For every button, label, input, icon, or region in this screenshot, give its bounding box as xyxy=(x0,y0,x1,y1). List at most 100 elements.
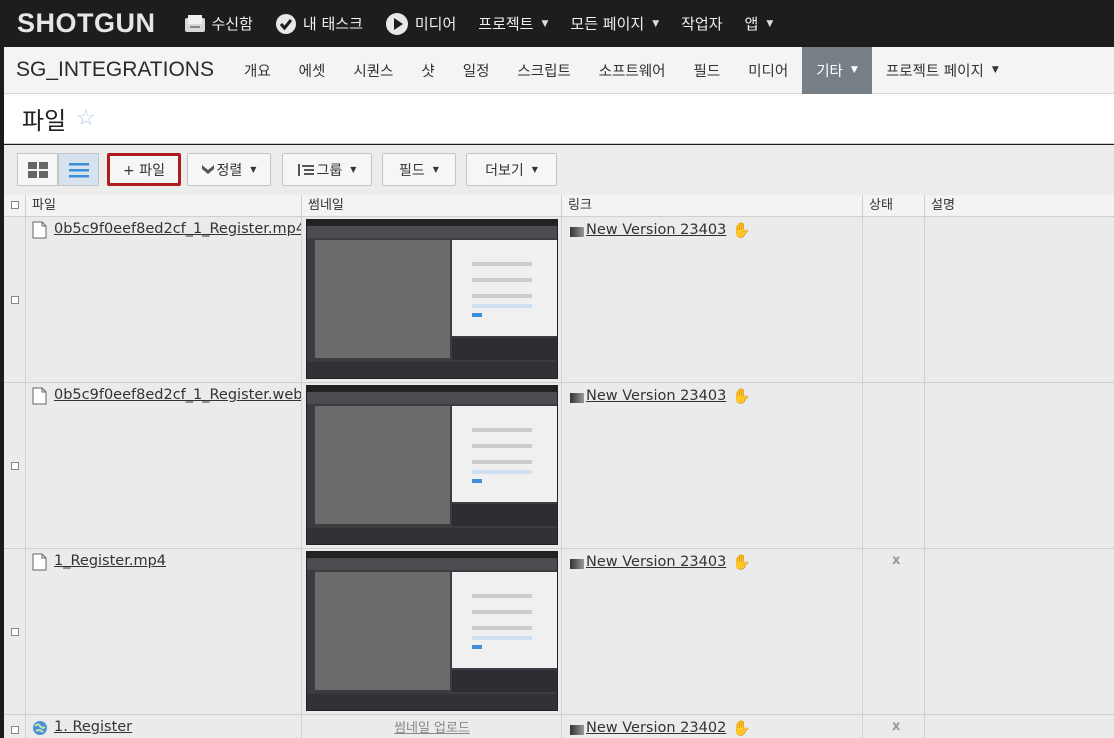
files-table: 파일 썸네일 링크 상태 설명 0b5c9f0eef8ed2cf_1_Regis… xyxy=(4,195,1114,738)
table-row[interactable]: 1_Register.mp4 New Version 23403 ✋ x xyxy=(4,549,1114,715)
row-checkbox[interactable] xyxy=(4,217,26,382)
version-link[interactable]: New Version 23403 xyxy=(586,222,726,238)
group-button[interactable]: 그룹 ▼ xyxy=(282,153,372,186)
page-header: 파일 ☆ xyxy=(4,94,1114,144)
description-cell[interactable] xyxy=(925,383,1114,548)
tab-software[interactable]: 소프트웨어 xyxy=(585,47,680,94)
check-circle-icon xyxy=(275,13,297,35)
tab-scripts[interactable]: 스크립트 xyxy=(503,47,584,94)
nav-projects[interactable]: 프로젝트 ▼ xyxy=(478,13,548,34)
thumbnail-cell xyxy=(302,383,562,548)
row-checkbox[interactable] xyxy=(4,549,26,714)
hand-icon: ✋ xyxy=(732,387,751,405)
version-thumbnail-icon xyxy=(570,724,584,735)
status-cell[interactable] xyxy=(863,217,925,382)
file-link[interactable]: 1. Register xyxy=(54,719,132,735)
play-circle-icon xyxy=(385,12,409,36)
column-header-link[interactable]: 링크 xyxy=(562,195,863,217)
version-thumbnail-icon xyxy=(570,392,584,403)
version-link[interactable]: New Version 23403 xyxy=(586,554,726,570)
nav-all-pages[interactable]: 모든 페이지 ▼ xyxy=(570,13,659,34)
version-link[interactable]: New Version 23403 xyxy=(586,388,726,404)
status-value: x xyxy=(892,553,901,568)
row-checkbox[interactable] xyxy=(4,383,26,548)
nav-apps-label: 앱 xyxy=(744,15,759,33)
top-nav: SHOTGUN 수신함 내 태스크 미디어 프로젝트 ▼ 모든 페이지 ▼ 작업… xyxy=(0,0,1114,47)
upload-thumbnail-link[interactable]: 썸네일 업로드 xyxy=(302,717,562,736)
tab-project-pages[interactable]: 프로젝트 페이지 ▼ xyxy=(872,47,1013,94)
toolbar: + 파일 정렬 ▼ 그룹 ▼ 필드 ▼ 더보기 ▼ xyxy=(4,145,1114,195)
hand-icon: ✋ xyxy=(732,553,751,571)
description-cell[interactable] xyxy=(925,549,1114,714)
project-title[interactable]: SG_INTEGRATIONS xyxy=(16,58,214,82)
hand-icon: ✋ xyxy=(732,719,751,737)
tab-fields[interactable]: 필드 xyxy=(680,47,735,94)
sort-button[interactable]: 정렬 ▼ xyxy=(187,153,271,186)
column-header-status[interactable]: 상태 xyxy=(863,195,925,217)
sort-label: 정렬 xyxy=(216,162,243,179)
shotgun-logo[interactable]: SHOTGUN xyxy=(17,8,156,39)
version-thumbnail-icon xyxy=(570,226,584,237)
column-header-description[interactable]: 설명 xyxy=(925,195,1114,217)
nav-my-tasks[interactable]: 내 태스크 xyxy=(275,13,363,35)
column-header-file[interactable]: 파일 xyxy=(26,195,302,217)
caret-down-icon: ▼ xyxy=(350,165,357,174)
tab-overview[interactable]: 개요 xyxy=(230,47,285,94)
table-row[interactable]: 0b5c9f0eef8ed2cf_1_Register.mp4 New Vers… xyxy=(4,217,1114,383)
nav-people[interactable]: 작업자 xyxy=(681,13,722,34)
globe-icon xyxy=(33,721,47,735)
more-button[interactable]: 더보기 ▼ xyxy=(466,153,557,186)
tab-other[interactable]: 기타 ▼ xyxy=(802,46,872,94)
table-row[interactable]: 1. Register 썸네일 업로드 New Version 23402 ✋ … xyxy=(4,715,1114,738)
thumbnail-image[interactable] xyxy=(306,551,558,711)
list-view-button[interactable] xyxy=(58,153,99,186)
group-icon xyxy=(297,163,314,176)
status-value: x xyxy=(892,719,901,734)
star-icon[interactable]: ☆ xyxy=(76,106,96,131)
fields-button[interactable]: 필드 ▼ xyxy=(382,153,456,186)
hand-icon: ✋ xyxy=(732,221,751,239)
grid-view-button[interactable] xyxy=(17,153,58,186)
file-cell: 1. Register xyxy=(26,715,302,738)
tab-media[interactable]: 미디어 xyxy=(734,47,802,94)
document-icon xyxy=(32,221,47,239)
tab-shots[interactable]: 샷 xyxy=(407,47,448,94)
caret-down-icon: ▼ xyxy=(541,18,549,29)
tab-schedule[interactable]: 일정 xyxy=(449,47,504,94)
nav-all-pages-label: 모든 페이지 xyxy=(570,15,645,33)
nav-apps[interactable]: 앱 ▼ xyxy=(745,13,774,34)
document-icon xyxy=(32,387,47,405)
file-link[interactable]: 1_Register.mp4 xyxy=(54,553,166,569)
add-file-button[interactable]: + 파일 xyxy=(107,153,181,186)
row-checkbox[interactable] xyxy=(4,715,26,738)
file-link[interactable]: 0b5c9f0eef8ed2cf_1_Register.webm xyxy=(54,387,301,403)
thumbnail-cell xyxy=(302,549,562,714)
sort-icon xyxy=(201,164,214,174)
inbox-icon xyxy=(184,14,206,34)
file-cell: 0b5c9f0eef8ed2cf_1_Register.mp4 xyxy=(26,217,302,382)
caret-down-icon: ▼ xyxy=(991,65,999,75)
nav-my-tasks-label: 내 태스크 xyxy=(302,15,363,33)
version-link[interactable]: New Version 23402 xyxy=(586,720,726,736)
tab-assets[interactable]: 에셋 xyxy=(285,47,340,94)
project-nav: SG_INTEGRATIONS 개요 에셋 시퀀스 샷 일정 스크립트 소프트웨… xyxy=(4,46,1114,94)
link-cell: New Version 23402 ✋ xyxy=(562,715,863,738)
thumbnail-image[interactable] xyxy=(306,219,558,379)
tab-sequences[interactable]: 시퀀스 xyxy=(339,47,407,94)
status-cell[interactable] xyxy=(863,383,925,548)
description-cell[interactable] xyxy=(925,715,1114,738)
status-cell[interactable]: x xyxy=(863,549,925,714)
nav-media[interactable]: 미디어 xyxy=(385,12,456,36)
table-row[interactable]: 0b5c9f0eef8ed2cf_1_Register.webm New Ver… xyxy=(4,383,1114,549)
select-all-checkbox[interactable] xyxy=(4,195,26,217)
status-cell[interactable]: x xyxy=(863,715,925,738)
tab-other-label: 기타 xyxy=(816,63,843,80)
file-link[interactable]: 0b5c9f0eef8ed2cf_1_Register.mp4 xyxy=(54,221,301,237)
thumbnail-image[interactable] xyxy=(306,385,558,545)
description-cell[interactable] xyxy=(925,217,1114,382)
column-header-thumbnail[interactable]: 썸네일 xyxy=(302,195,562,217)
caret-down-icon: ▼ xyxy=(432,165,439,174)
nav-inbox[interactable]: 수신함 xyxy=(184,13,253,34)
page-title: 파일 xyxy=(22,107,67,135)
thumbnail-cell xyxy=(302,217,562,382)
